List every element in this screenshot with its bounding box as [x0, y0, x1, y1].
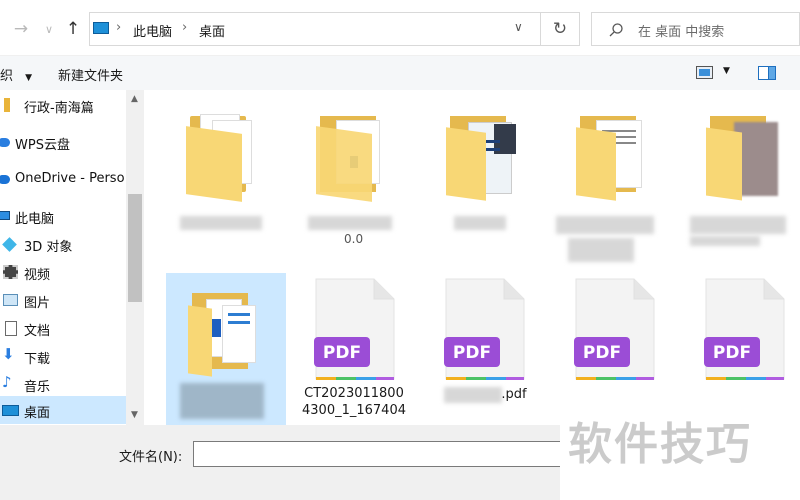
desktop-icon [93, 22, 109, 34]
sidebar-item-label: 行政-南海篇 [24, 101, 94, 116]
cube-icon [2, 236, 18, 252]
watermark-text: 软件技巧 [568, 419, 752, 470]
pdf-file-item[interactable]: PDF .pdf [424, 273, 544, 425]
folder-icon [188, 285, 264, 377]
refresh-icon: ↻ [552, 19, 568, 39]
folder-item[interactable] [164, 90, 284, 240]
sidebar-item-label: 视频 [24, 268, 51, 283]
sidebar-scrollbar[interactable]: ▲ ▼ [126, 90, 144, 425]
search-placeholder: 在 桌面 中搜索 [638, 25, 725, 40]
blurred-filename [690, 216, 786, 234]
sidebar-item-label: 此电脑 [15, 212, 55, 227]
command-toolbar: 织 ▼ 新建文件夹 ▼ [0, 56, 800, 90]
sidebar-item-music[interactable]: ♪ 音乐 [0, 370, 126, 398]
folder-icon [706, 108, 782, 201]
folder-icon [186, 108, 262, 202]
sidebar-item-3d-objects[interactable]: 3D 对象 [0, 230, 126, 258]
sidebar-item-pictures[interactable]: 图片 [0, 286, 126, 314]
caret-down-icon: ▼ [25, 73, 33, 83]
breadcrumb-separator-icon: › [182, 20, 188, 35]
navigation-pane: 行政-南海篇 WPS云盘 OneDrive - Perso 此电脑 3D 对象 … [0, 90, 126, 425]
search-box[interactable]: 在 桌面 中搜索 [591, 12, 800, 46]
sidebar-item-label: 文档 [24, 324, 51, 339]
document-icon [2, 320, 18, 336]
sidebar-item-label: 音乐 [24, 380, 51, 395]
pdf-badge-label: PDF [323, 343, 361, 363]
sidebar-item-xingzheng[interactable]: 行政-南海篇 [0, 91, 126, 119]
folder-icon [446, 108, 522, 201]
download-icon: ⬇ [2, 345, 15, 363]
refresh-button[interactable]: ↻ [541, 12, 580, 46]
sidebar-item-this-pc[interactable]: 此电脑 [0, 202, 126, 230]
filename-input[interactable] [193, 441, 563, 467]
folder-item-selected[interactable] [166, 273, 286, 425]
pdf-icon: PDF [574, 278, 655, 380]
blurred-filename [180, 216, 262, 230]
pdf-badge-label: PDF [713, 343, 751, 363]
folder-icon [2, 97, 18, 113]
sidebar-item-onedrive[interactable]: OneDrive - Perso [0, 165, 126, 193]
view-options-icon[interactable] [696, 66, 713, 79]
sidebar-item-videos[interactable]: 视频 [0, 258, 126, 286]
recent-dropdown-icon[interactable]: ∨ [38, 18, 60, 40]
pdf-icon: PDF [314, 278, 395, 380]
blurred-filename [556, 216, 654, 234]
pdf-icon: PDF [704, 278, 785, 380]
organize-label: 织 [0, 69, 14, 84]
sidebar-item-label: 下载 [24, 352, 51, 367]
image-icon [2, 292, 18, 308]
breadcrumb-separator-icon: › [116, 20, 122, 35]
file-name: CT2023011800 4300_1_167404 [302, 386, 406, 418]
filename-label: 文件名(N): [119, 450, 183, 465]
sidebar-item-wps-cloud[interactable]: WPS云盘 [0, 128, 126, 156]
video-icon [2, 264, 18, 280]
folder-icon [316, 108, 392, 202]
address-bar-row: → ∨ ↑ › 此电脑 › 桌面 ∨ ↻ 在 桌面 中搜索 [0, 0, 800, 56]
pdf-file-item[interactable]: PDF CT2023011800 4300_1_167404 [294, 273, 414, 425]
breadcrumb-item[interactable]: 桌面 [199, 21, 225, 40]
folder-item[interactable] [684, 90, 800, 246]
scrollbar-thumb[interactable] [128, 194, 142, 302]
scroll-down-icon[interactable]: ▼ [131, 410, 138, 420]
sidebar-item-label: OneDrive - Perso [15, 171, 125, 186]
sidebar-item-documents[interactable]: 文档 [0, 314, 126, 342]
breadcrumb-item[interactable]: 此电脑 [133, 21, 172, 40]
pdf-file-item[interactable]: PDF [684, 273, 800, 425]
address-bar[interactable]: › 此电脑 › 桌面 ∨ [89, 12, 541, 46]
desktop-icon [2, 402, 19, 418]
search-icon [609, 23, 623, 37]
folder-icon [576, 108, 652, 201]
sidebar-item-label: 3D 对象 [24, 240, 73, 255]
music-icon: ♪ [2, 373, 12, 391]
back-arrow-icon[interactable]: → [10, 18, 32, 40]
chevron-down-icon[interactable]: ∨ [514, 20, 523, 34]
sidebar-item-label: 桌面 [24, 406, 51, 421]
blurred-filename [568, 238, 634, 262]
folder-item[interactable] [424, 90, 544, 240]
preview-pane-icon[interactable] [758, 66, 776, 80]
partial-filename: 0.0 [344, 232, 364, 246]
pdf-badge-label: PDF [583, 343, 621, 363]
scroll-up-icon[interactable]: ▲ [131, 94, 138, 104]
organize-button[interactable]: 织 ▼ [0, 65, 32, 84]
pdf-badge-label: PDF [453, 343, 491, 363]
sidebar-item-downloads[interactable]: ⬇ 下载 [0, 342, 126, 370]
new-folder-button[interactable]: 新建文件夹 [58, 65, 123, 84]
sidebar-item-desktop[interactable]: 桌面 [0, 396, 126, 424]
folder-item[interactable] [554, 90, 674, 262]
sidebar-item-label: 图片 [24, 296, 51, 311]
blurred-filename [454, 216, 506, 230]
folder-item[interactable]: 0.0 [294, 90, 414, 246]
pdf-file-item[interactable]: PDF [554, 273, 674, 425]
pdf-icon: PDF [444, 278, 525, 380]
file-list: 0.0 PDF CT2023011800 4300_1_167404 PDF .… [144, 90, 800, 425]
blurred-filename [308, 216, 392, 230]
up-arrow-icon[interactable]: ↑ [62, 18, 84, 40]
sidebar-item-label: WPS云盘 [15, 138, 70, 153]
view-dropdown-icon[interactable]: ▼ [723, 66, 730, 76]
blurred-filename [180, 383, 264, 419]
blurred-filename [690, 236, 760, 246]
